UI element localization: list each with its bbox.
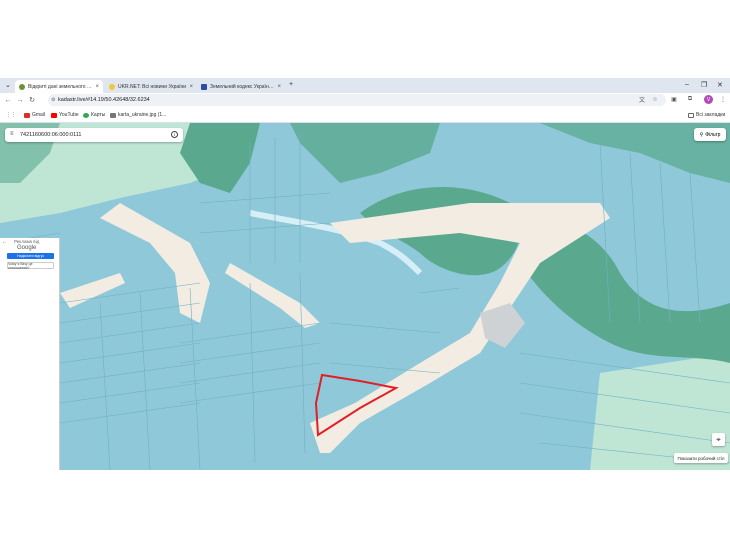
close-tab-icon[interactable]: ×	[277, 84, 281, 90]
tab-kadastr[interactable]: Відкриті дані земельного када ×	[15, 80, 103, 93]
new-tab-button[interactable]: +	[289, 81, 293, 88]
locate-icon[interactable]: ⌖	[712, 433, 725, 446]
minimize-button[interactable]: –	[685, 81, 689, 88]
close-tab-icon[interactable]: ×	[95, 84, 99, 90]
bookmark-karta[interactable]: karta_ukraine.jpg (1...	[110, 112, 166, 118]
google-logo: Google	[17, 245, 37, 251]
info-icon[interactable]: i	[171, 131, 178, 138]
bookmark-gmail[interactable]: Gmail	[24, 112, 45, 118]
folder-icon	[688, 112, 694, 118]
bookmark-maps[interactable]: Карты	[83, 112, 105, 118]
kadastr-favicon-icon	[19, 83, 25, 90]
puzzle-icon[interactable]: ⧉	[686, 95, 694, 103]
close-window-button[interactable]: ✕	[717, 81, 723, 89]
bookmark-label: Gmail	[32, 112, 46, 118]
all-bookmarks-label: Всі закладки	[696, 112, 726, 118]
extension-icon[interactable]: ▣	[670, 95, 678, 103]
close-tab-icon[interactable]: ×	[189, 84, 193, 90]
restore-button[interactable]: ❐	[701, 81, 707, 89]
apps-icon[interactable]: ⋮⋮	[6, 112, 16, 118]
site-info-icon[interactable]: ⚙	[51, 97, 55, 103]
forward-icon[interactable]: →	[15, 95, 25, 105]
tab-title: Земельний кодекс України | в	[210, 83, 275, 90]
youtube-icon	[51, 112, 57, 118]
gmail-icon	[24, 112, 30, 118]
bookmark-youtube[interactable]: YouTube	[51, 112, 79, 118]
show-desktop-button[interactable]: Показати робочий стіл	[674, 453, 728, 463]
bookmark-label: YouTube	[59, 112, 79, 118]
ad-why-button[interactable]: Чому я бачу це оголошення?	[7, 262, 54, 270]
url-text: kadastr.live/#14.19/50.42648/32.6234	[58, 97, 150, 103]
filter-icon: ⚲	[699, 131, 704, 138]
filter-label: Фільтр	[705, 131, 721, 138]
menu-icon[interactable]: ≡	[10, 131, 14, 137]
address-toolbar: ← → ↻ ⚙ kadastr.live/#14.19/50.42648/32.…	[0, 93, 730, 109]
image-icon	[110, 112, 116, 118]
browser-window: ⌄ Відкриті дані земельного када × UKR.NE…	[0, 78, 730, 470]
profile-avatar[interactable]: V	[704, 95, 713, 104]
tab-land-code[interactable]: Земельний кодекс України | в ×	[197, 80, 285, 93]
back-icon[interactable]: ←	[3, 95, 13, 105]
ad-panel: ← Реклама від Google Надіслати відгук Чо…	[0, 238, 60, 470]
map-canvas[interactable]	[0, 123, 730, 470]
ad-feedback-button[interactable]: Надіслати відгук	[7, 253, 54, 259]
cadastral-search-input[interactable]: ≡ 7421160600:06:000:0111 i	[5, 128, 183, 142]
search-value: 7421160600:06:000:0111	[20, 132, 82, 138]
bookmark-star-icon[interactable]: ☆	[651, 95, 659, 103]
tab-search-icon[interactable]: ⌄	[5, 81, 11, 89]
translate-icon[interactable]: 文	[638, 95, 646, 104]
ukrnet-favicon-icon	[109, 83, 115, 90]
bookmark-label: karta_ukraine.jpg (1...	[118, 112, 167, 118]
ad-back-icon[interactable]: ←	[2, 239, 7, 245]
maps-icon	[83, 112, 89, 118]
menu-icon[interactable]: ⋮	[719, 95, 727, 103]
filter-button[interactable]: ⚲ Фільтр	[694, 128, 726, 141]
tab-ukrnet[interactable]: UKR.NET: Всі новини України ×	[105, 80, 197, 93]
tab-title: Відкриті дані земельного када	[28, 83, 93, 90]
reload-icon[interactable]: ↻	[27, 95, 37, 105]
bookmarks-bar: ⋮⋮ Gmail YouTube Карты karta_ukraine.jpg…	[0, 109, 730, 123]
address-bar[interactable]: ⚙ kadastr.live/#14.19/50.42648/32.6234	[48, 94, 666, 106]
tab-strip: ⌄ Відкриті дані земельного када × UKR.NE…	[0, 78, 730, 93]
land-code-favicon-icon	[201, 83, 207, 90]
all-bookmarks[interactable]: Всі закладки	[688, 112, 725, 118]
bookmark-label: Карты	[91, 112, 106, 118]
ad-label: Реклама від	[14, 239, 40, 244]
tab-title: UKR.NET: Всі новини України	[118, 83, 187, 90]
cadastral-map[interactable]: ≡ 7421160600:06:000:0111 i ⚲ Фільтр ← Ре…	[0, 123, 730, 470]
